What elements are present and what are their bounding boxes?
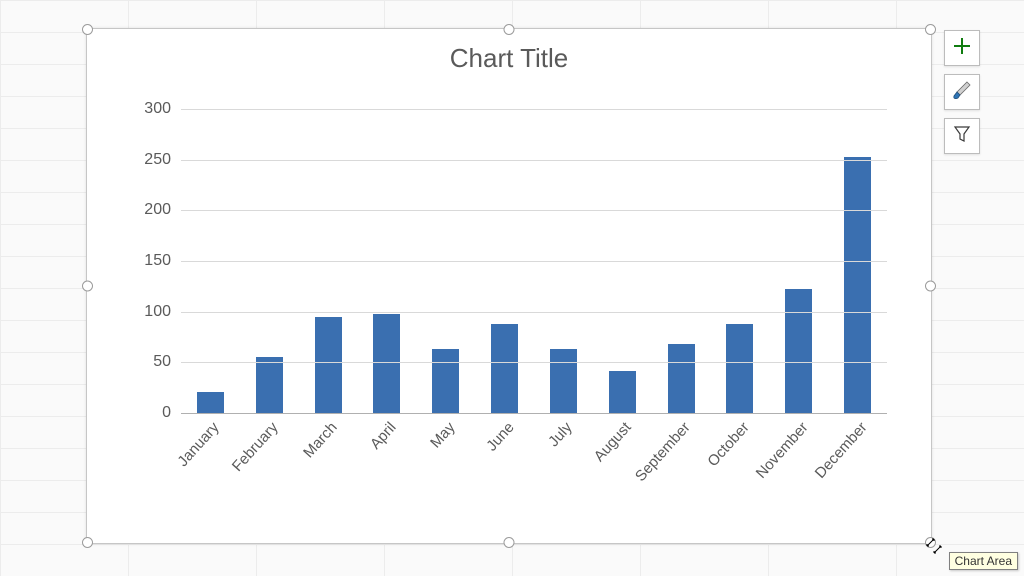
x-label-slot: May [416, 413, 475, 523]
bar[interactable] [668, 344, 695, 413]
bar[interactable] [726, 324, 753, 413]
chart-plot-wrap: 050100150200250300 JanuaryFebruaryMarchA… [111, 89, 907, 523]
x-tick-label: April [367, 419, 400, 453]
chart-title[interactable]: Chart Title [87, 43, 931, 74]
x-tick-label: January [175, 419, 223, 470]
chart-filters-button[interactable] [944, 118, 980, 154]
chart-side-buttons [944, 30, 980, 154]
chart-styles-button[interactable] [944, 74, 980, 110]
x-label-slot: January [181, 413, 240, 523]
chart-area-tooltip: Chart Area [949, 552, 1018, 570]
bar[interactable] [609, 371, 636, 413]
x-label-slot: February [240, 413, 299, 523]
y-tick-label: 100 [111, 303, 181, 321]
x-label-slot: April [357, 413, 416, 523]
gridline [181, 261, 887, 262]
x-label-slot: December [828, 413, 887, 523]
bar[interactable] [197, 392, 224, 413]
chart-object[interactable]: Chart Title 050100150200250300 JanuaryFe… [86, 28, 932, 544]
x-tick-label: May [427, 419, 459, 451]
x-tick-label: March [300, 419, 341, 461]
resize-handle-s[interactable] [504, 537, 515, 548]
chart-elements-button[interactable] [944, 30, 980, 66]
gridline [181, 210, 887, 211]
gridline [181, 312, 887, 313]
y-tick-label: 50 [111, 353, 181, 371]
resize-handle-n[interactable] [504, 24, 515, 35]
bar[interactable] [550, 349, 577, 413]
bar[interactable] [373, 314, 400, 413]
x-label-slot: June [475, 413, 534, 523]
x-tick-label: June [483, 419, 517, 455]
x-tick-label: August [591, 419, 635, 465]
x-tick-label: October [704, 419, 752, 470]
resize-handle-w[interactable] [82, 281, 93, 292]
x-label-slot: July [534, 413, 593, 523]
resize-handle-e[interactable] [925, 281, 936, 292]
x-axis-labels: JanuaryFebruaryMarch April May June July Augu… [181, 413, 887, 523]
gridline [181, 362, 887, 363]
chart-plot-area[interactable]: 050100150200250300 [181, 109, 887, 413]
y-tick-label: 0 [111, 404, 181, 422]
bar[interactable] [315, 317, 342, 413]
x-label-slot: March [299, 413, 358, 523]
resize-handle-nw[interactable] [82, 24, 93, 35]
resize-handle-ne[interactable] [925, 24, 936, 35]
funnel-icon [952, 124, 972, 149]
brush-icon [952, 80, 972, 105]
x-label-slot: September [652, 413, 711, 523]
bar[interactable] [432, 349, 459, 413]
gridline [181, 109, 887, 110]
y-tick-label: 150 [111, 252, 181, 270]
bar[interactable] [785, 289, 812, 413]
resize-handle-sw[interactable] [82, 537, 93, 548]
bar[interactable] [256, 357, 283, 413]
y-tick-label: 200 [111, 201, 181, 219]
bar[interactable] [844, 157, 871, 413]
resize-handle-se[interactable] [925, 537, 936, 548]
x-tick-label: July [546, 419, 576, 450]
y-tick-label: 300 [111, 100, 181, 118]
bar[interactable] [491, 324, 518, 413]
plus-icon [952, 36, 972, 61]
y-tick-label: 250 [111, 151, 181, 169]
gridline [181, 160, 887, 161]
